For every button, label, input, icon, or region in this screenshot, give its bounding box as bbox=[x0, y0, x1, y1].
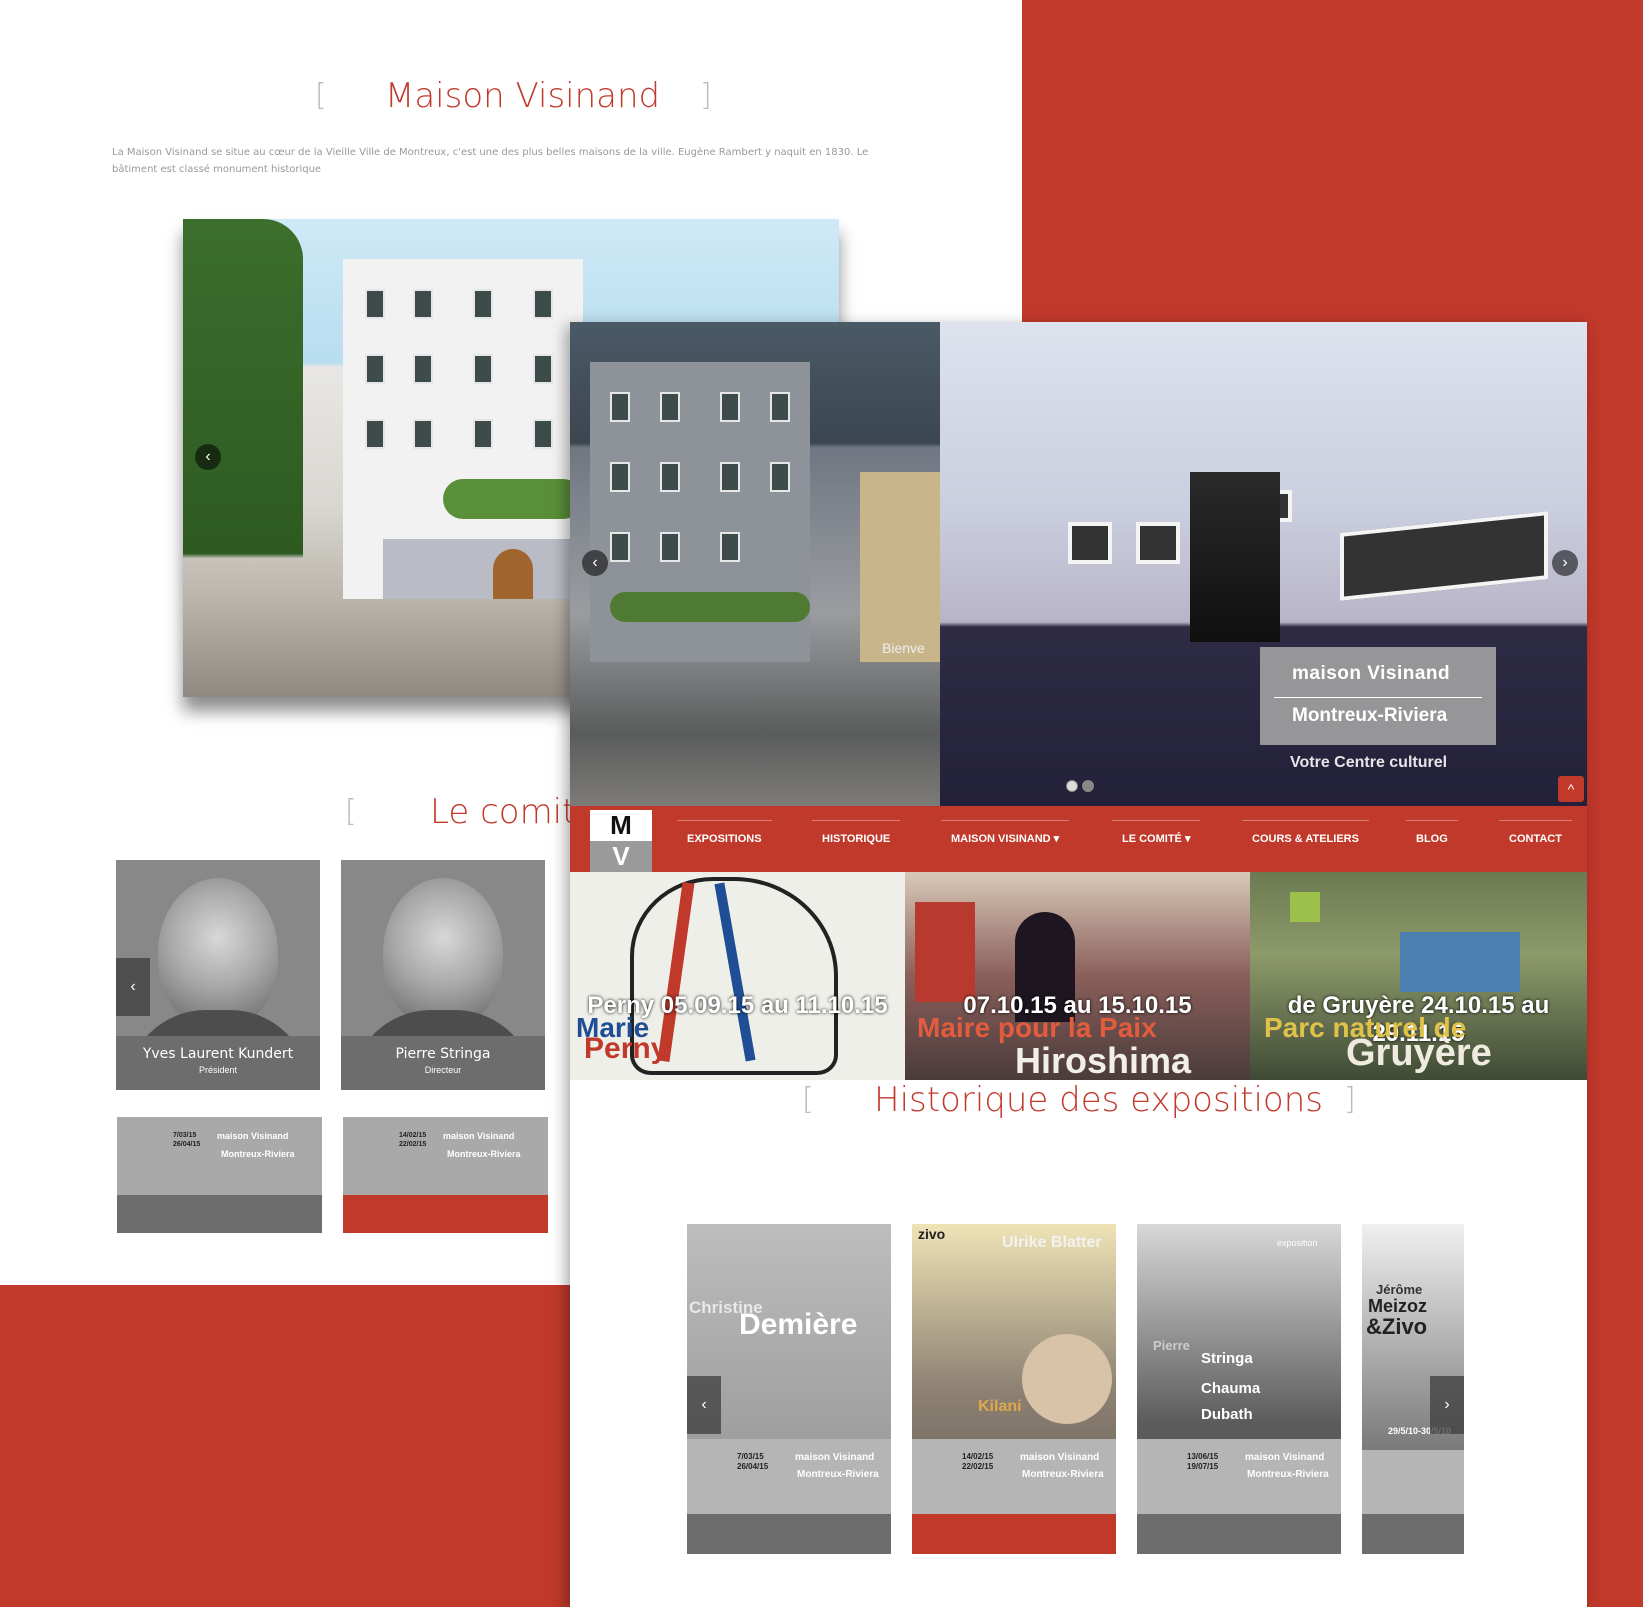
brand-line-1: maison Visinand bbox=[1292, 663, 1451, 684]
sign-text: Bienve bbox=[882, 640, 925, 656]
poster-artist-1: Pierre bbox=[1153, 1338, 1190, 1353]
neighbour-house bbox=[860, 472, 940, 662]
poster-footer bbox=[1362, 1514, 1464, 1554]
brand-line-2: Montreux-Riviera bbox=[1292, 705, 1448, 726]
logo-v: V bbox=[590, 841, 652, 872]
nav-maison-visinand[interactable]: MAISON VISINAND ▾ bbox=[940, 806, 1070, 872]
poster-artist-3: Chauma bbox=[1201, 1380, 1261, 1397]
poster-dates: 14/02/15 22/02/15 bbox=[399, 1132, 427, 1148]
poster-artist-2: Ulrike Blatter bbox=[1002, 1234, 1102, 1251]
brand-tagline: Votre Centre culturel bbox=[1290, 754, 1448, 771]
member-photo bbox=[158, 878, 278, 1028]
hero-next-button[interactable]: › bbox=[1552, 550, 1578, 576]
history-bracket-close: ] bbox=[1344, 1082, 1356, 1117]
poster-footer bbox=[687, 1514, 891, 1554]
poster-brand: maison Visinand bbox=[795, 1452, 875, 1463]
poster-brand-sub: Montreux-Riviera bbox=[221, 1149, 295, 1159]
hero-house-image: Bienve bbox=[570, 322, 940, 806]
hero-prev-button[interactable]: ‹ bbox=[582, 550, 608, 576]
banner-title: Gruyère bbox=[1346, 1032, 1492, 1074]
poster-dates: 7/03/15 26/04/15 bbox=[737, 1452, 769, 1471]
history-bracket-open: [ bbox=[802, 1082, 814, 1117]
page-title: Maison Visinand bbox=[385, 76, 661, 116]
house-facade bbox=[343, 259, 583, 599]
nav-historique[interactable]: HISTORIQUE bbox=[811, 806, 901, 872]
history-poster[interactable]: exposition Pierre Stringa Chauma Dubath … bbox=[1137, 1224, 1341, 1554]
history-prev-button[interactable]: ‹ bbox=[687, 1376, 721, 1434]
exhibition-banner[interactable]: Perny 05.09.15 au 11.10.15 Marie Perny bbox=[570, 872, 905, 1080]
banner-title: Hiroshima bbox=[1015, 1040, 1192, 1080]
nav-blog[interactable]: BLOG bbox=[1406, 806, 1458, 872]
scroll-top-button[interactable]: ^ bbox=[1558, 776, 1584, 802]
banner-artist-last: Perny bbox=[584, 1032, 668, 1065]
poster-brand-sub: Montreux-Riviera bbox=[797, 1469, 879, 1480]
logo[interactable]: M V bbox=[590, 810, 652, 872]
intro-text: La Maison Visinand se situe au cœur de l… bbox=[112, 147, 869, 175]
poster-footer bbox=[1137, 1514, 1341, 1554]
poster-artist-1: zivo bbox=[918, 1226, 946, 1242]
committee-bracket-open: [ bbox=[345, 794, 357, 829]
member-photo bbox=[383, 878, 503, 1028]
history-title: Historique des expositions bbox=[874, 1080, 1323, 1120]
poster-artist-2: Stringa bbox=[1201, 1350, 1253, 1367]
poster-dates: 14/02/15 22/02/15 bbox=[962, 1452, 994, 1471]
poster-brand: maison Visinand bbox=[217, 1131, 289, 1141]
slider-dot-active[interactable] bbox=[1082, 780, 1094, 792]
exhibition-poster[interactable]: 7/03/15 26/04/15 maison Visinand Montreu… bbox=[117, 1117, 322, 1233]
committee-prev-button[interactable]: ‹ bbox=[116, 958, 150, 1016]
title-bracket-close: ] bbox=[700, 78, 712, 113]
logo-m: M bbox=[590, 810, 652, 841]
member-role: Président bbox=[198, 1065, 238, 1075]
member-role: Directeur bbox=[424, 1065, 462, 1075]
poster-dates: 13/06/15 19/07/15 bbox=[1187, 1452, 1219, 1471]
poster-brand-sub: Montreux-Riviera bbox=[1022, 1469, 1104, 1480]
poster-artist-last: Demière bbox=[739, 1308, 858, 1341]
nav-le-comite[interactable]: LE COMITÉ ▾ bbox=[1111, 806, 1202, 872]
poster-footer bbox=[117, 1195, 322, 1233]
poster-label: exposition bbox=[1277, 1238, 1318, 1248]
poster-footer bbox=[912, 1514, 1116, 1554]
member-card[interactable]: Pierre Stringa Directeur bbox=[341, 860, 545, 1090]
poster-portrait bbox=[1022, 1334, 1112, 1424]
front-page: Bienve ‹ › maison Visinand Montreux-Rivi… bbox=[570, 322, 1587, 1607]
poster-brand: maison Visinand bbox=[1020, 1452, 1100, 1463]
poster-artist-4: Dubath bbox=[1201, 1406, 1253, 1423]
brand-box: maison Visinand Montreux-Riviera bbox=[1260, 647, 1496, 745]
history-poster[interactable]: zivo Ulrike Blatter Kilani 14/02/15 22/0… bbox=[912, 1224, 1116, 1554]
slider-prev-button[interactable]: ‹ bbox=[195, 444, 221, 470]
poster-brand: maison Visinand bbox=[1245, 1452, 1325, 1463]
nav-cours-ateliers[interactable]: COURS & ATELIERS bbox=[1242, 806, 1369, 872]
title-bracket-open: [ bbox=[315, 78, 327, 113]
poster-artist-3: Kilani bbox=[978, 1398, 1022, 1415]
main-navbar: M V EXPOSITIONS HISTORIQUE MAISON VISINA… bbox=[570, 806, 1587, 872]
slider-dot[interactable] bbox=[1066, 780, 1078, 792]
poster-footer bbox=[343, 1195, 548, 1233]
house-facade bbox=[590, 362, 810, 662]
poster-artist-3: &Zivo bbox=[1366, 1314, 1428, 1339]
poster-dates: 7/03/15 26/04/15 bbox=[173, 1132, 201, 1148]
exhibition-banner[interactable]: 07.10.15 au 15.10.15 Maire pour la Paix … bbox=[905, 872, 1250, 1080]
poster-brand: maison Visinand bbox=[443, 1131, 515, 1141]
nav-contact[interactable]: CONTACT bbox=[1499, 806, 1572, 872]
poster-artist-1: Jérôme bbox=[1376, 1282, 1423, 1297]
poster-brand-sub: Montreux-Riviera bbox=[447, 1149, 521, 1159]
member-name: Yves Laurent Kundert bbox=[142, 1046, 294, 1062]
member-name: Pierre Stringa bbox=[395, 1046, 491, 1062]
poster-brand-sub: Montreux-Riviera bbox=[1247, 1469, 1329, 1480]
nav-expositions[interactable]: EXPOSITIONS bbox=[677, 806, 772, 872]
gallery-staircase bbox=[1190, 472, 1280, 642]
exhibition-banner[interactable]: de Gruyère 24.10.15 au 29.11.15 Parc nat… bbox=[1250, 872, 1587, 1080]
exhibition-poster[interactable]: 14/02/15 22/02/15 maison Visinand Montre… bbox=[343, 1117, 548, 1233]
history-next-button[interactable]: › bbox=[1430, 1376, 1464, 1434]
